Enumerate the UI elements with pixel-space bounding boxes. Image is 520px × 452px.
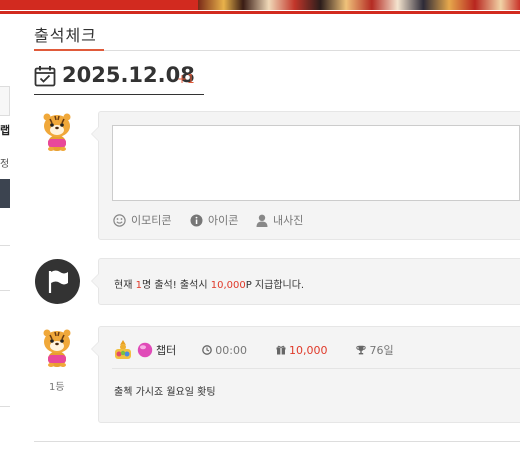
notice-middle: 명 출석! 출석시	[141, 280, 211, 291]
entry-message: 출첵 가시죠 월요일 홧팅	[114, 387, 216, 398]
user-icon	[256, 214, 268, 227]
sidebar-divider	[0, 290, 10, 291]
sidebar-sub-label: 정	[0, 159, 10, 170]
sidebar-tab[interactable]	[0, 86, 10, 116]
page-title: 출석체크	[34, 26, 97, 45]
comment-textarea[interactable]	[112, 125, 520, 201]
gift-icon	[276, 345, 286, 355]
attendance-page: 랩 정 출석체크 2025.12.08 +1 이모티콘 아이콘 내사진 현재 1…	[0, 0, 520, 452]
entry-rank: 1등	[49, 382, 65, 393]
calendar-check-icon	[34, 66, 56, 87]
sidebar-divider	[0, 245, 10, 246]
entry-divider	[112, 368, 520, 369]
date-row: 2025.12.08 +1	[34, 63, 204, 95]
entry-username[interactable]: 챕터	[156, 342, 176, 358]
flag-icon	[48, 270, 68, 293]
banner-line	[0, 11, 520, 14]
icon-label: 아이콘	[208, 214, 239, 227]
info-icon	[190, 214, 203, 226]
sidebar-button[interactable]	[0, 179, 10, 208]
attendance-count-badge: +1	[177, 72, 195, 86]
my-photo-button[interactable]: 내사진	[256, 212, 303, 228]
entry-streak: 76일	[369, 344, 394, 357]
notice-icon-circle	[35, 259, 80, 304]
title-underline	[34, 49, 104, 51]
smile-icon	[113, 213, 126, 227]
icon-button[interactable]: 아이콘	[190, 212, 238, 228]
title-divider	[34, 50, 520, 51]
attendance-date: 2025.12.08	[62, 63, 195, 87]
trophy-icon	[356, 345, 367, 355]
entry-time: 00:00	[215, 343, 247, 357]
notice-points: 10,000	[210, 280, 246, 291]
top-banner	[0, 0, 520, 15]
level-badge-icon	[115, 340, 131, 359]
notice-prefix: 현재	[114, 280, 136, 291]
emoticon-label: 이모티콘	[131, 214, 172, 227]
member-grade-icon	[137, 342, 153, 358]
entry-avatar	[43, 329, 71, 367]
clock-icon	[202, 345, 213, 355]
entry-points: 10,000	[288, 343, 328, 357]
banner-art[interactable]	[198, 0, 520, 10]
notice-suffix: P 지급합니다.	[245, 280, 305, 291]
my-photo-label: 내사진	[273, 214, 304, 227]
sidebar-label[interactable]: 랩	[0, 122, 10, 138]
notice-text: 현재 1명 출석! 출석시 10,000P 지급합니다.	[114, 276, 304, 291]
entry-header: 챕터 00:00 10,000 76일	[112, 339, 394, 361]
list-bottom-divider	[34, 441, 520, 442]
sidebar-divider	[0, 406, 10, 407]
user-avatar	[43, 113, 71, 151]
emoticon-button[interactable]: 이모티콘	[113, 212, 171, 228]
